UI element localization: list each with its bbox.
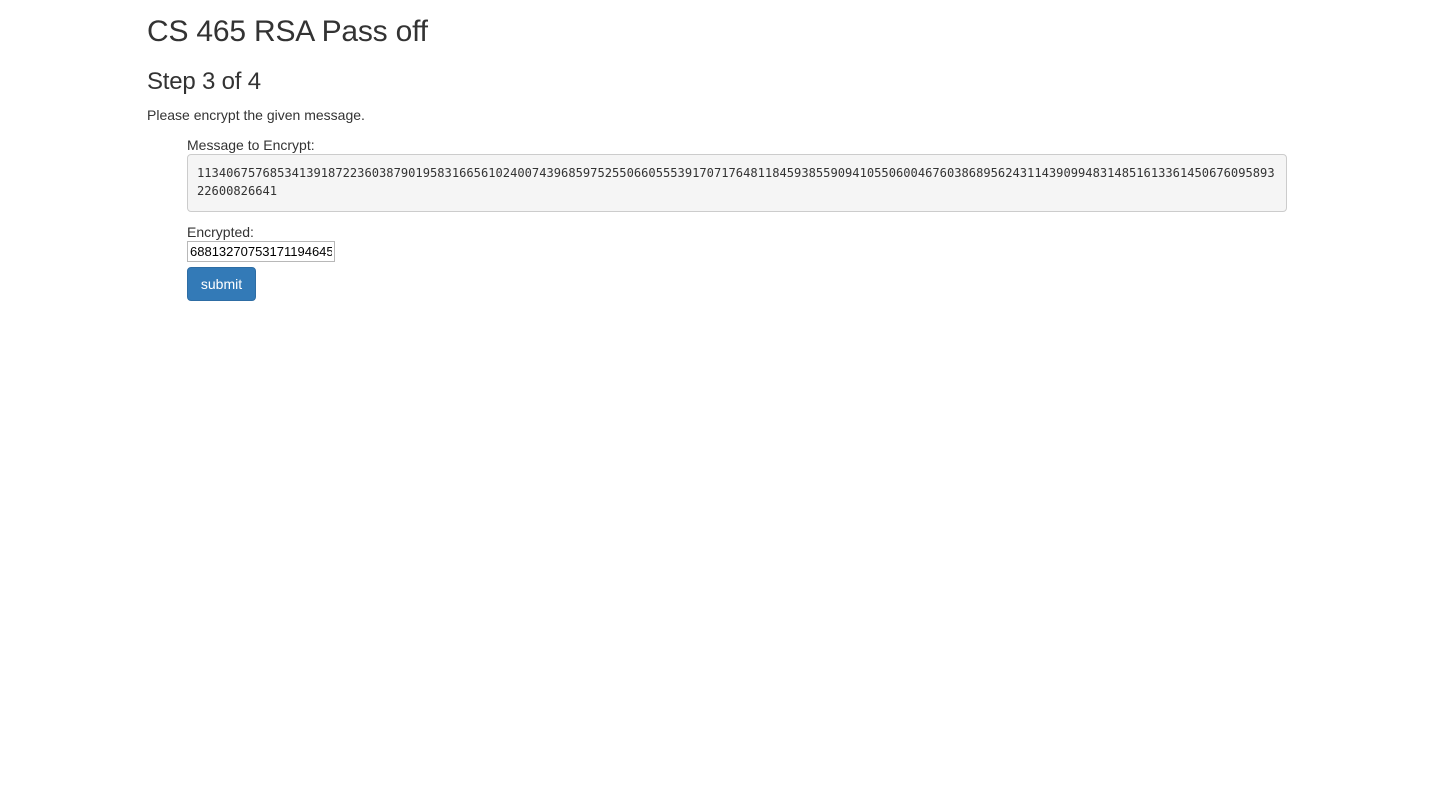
step-indicator: Step 3 of 4: [147, 68, 261, 95]
instructions-text: Please encrypt the given message.: [147, 107, 365, 123]
submit-button[interactable]: submit: [187, 267, 256, 301]
page-title: CS 465 RSA Pass off: [147, 15, 428, 48]
encrypted-input[interactable]: [187, 241, 335, 262]
encrypted-label: Encrypted:: [187, 224, 254, 240]
message-label: Message to Encrypt:: [187, 137, 315, 153]
message-to-encrypt: 1134067576853413918722360387901958316656…: [187, 154, 1287, 212]
